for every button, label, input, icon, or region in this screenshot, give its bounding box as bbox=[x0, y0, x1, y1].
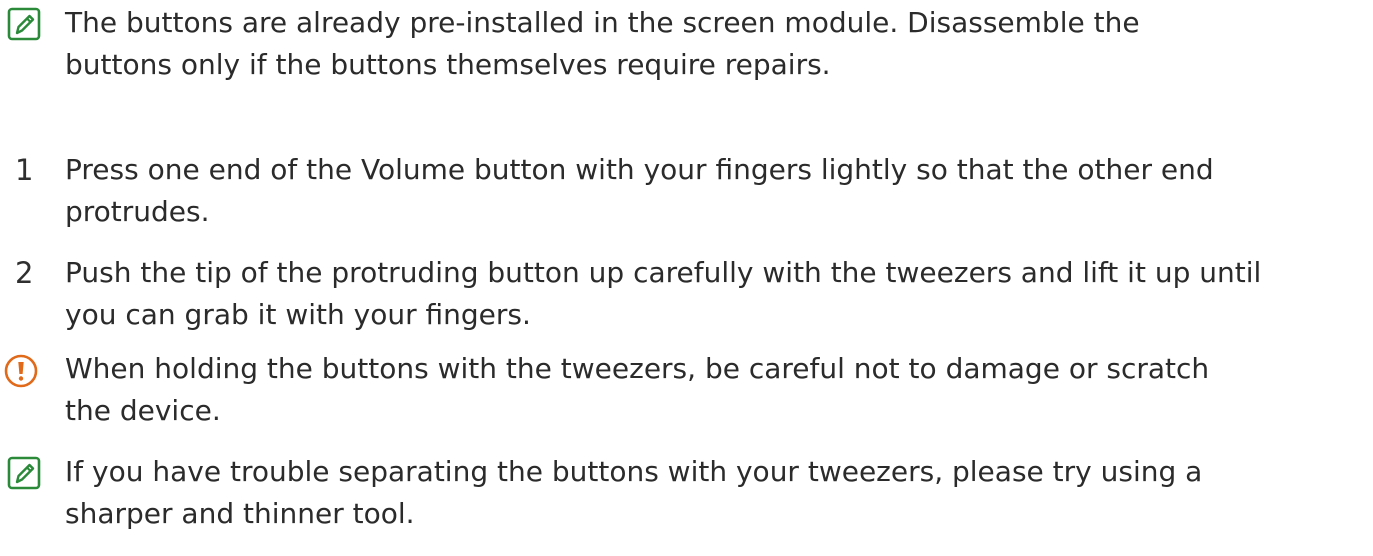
note-text: The buttons are already pre-installed in… bbox=[65, 2, 1355, 86]
caution-line: When holding the buttons with the tweeze… bbox=[65, 352, 1210, 385]
note-line: buttons only if the buttons themselves r… bbox=[65, 48, 831, 81]
note-text: If you have trouble separating the butto… bbox=[65, 451, 1355, 535]
step-line: Press one end of the Volume button with … bbox=[65, 153, 1214, 186]
step-line: Push the tip of the protruding button up… bbox=[65, 256, 1262, 289]
step-text: Press one end of the Volume button with … bbox=[65, 149, 1355, 233]
note-pencil-icon bbox=[6, 6, 42, 42]
step-number: 2 bbox=[15, 256, 34, 290]
note-line: The buttons are already pre-installed in… bbox=[65, 6, 1140, 39]
step-line: protrudes. bbox=[65, 195, 210, 228]
caution-icon bbox=[3, 353, 39, 389]
step-text: Push the tip of the protruding button up… bbox=[65, 252, 1355, 336]
caution-line: the device. bbox=[65, 394, 221, 427]
step-line: you can grab it with your fingers. bbox=[65, 298, 531, 331]
note-pencil-icon bbox=[6, 455, 42, 491]
note-line: sharper and thinner tool. bbox=[65, 497, 415, 530]
caution-text: When holding the buttons with the tweeze… bbox=[65, 348, 1355, 432]
note-line: If you have trouble separating the butto… bbox=[65, 455, 1203, 488]
step-number: 1 bbox=[15, 153, 34, 187]
